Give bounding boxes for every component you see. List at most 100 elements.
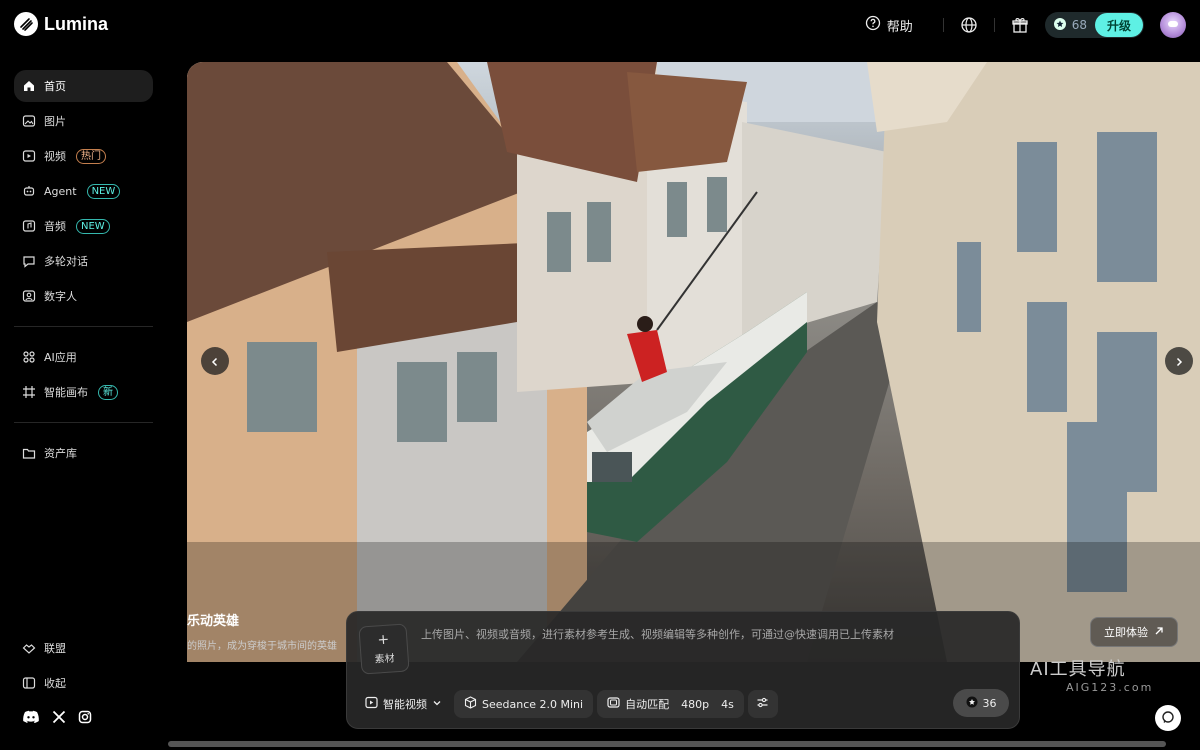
sidebar-item-chat[interactable]: 多轮对话: [14, 245, 153, 277]
watermark-url: AIG123.com: [1066, 681, 1154, 694]
support-chat-button[interactable]: [1155, 705, 1181, 731]
sidebar-divider: [14, 326, 153, 327]
sidebar-item-home[interactable]: 首页: [14, 70, 153, 102]
generation-cost: 36: [982, 696, 997, 710]
app-name: Lumina: [44, 13, 109, 34]
upload-label: 素材: [374, 653, 396, 666]
divider: [942, 18, 944, 32]
carousel-next-button[interactable]: [1165, 347, 1193, 375]
sidebar-item-video[interactable]: 视频 热门: [14, 140, 153, 172]
sidebar-item-label: 联盟: [44, 642, 66, 655]
sidebar-item-label: Agent: [44, 184, 77, 198]
watermark-title: AI工具导航: [1030, 659, 1126, 680]
duration-setting[interactable]: 4s: [721, 698, 734, 711]
sidebar-item-label: 数字人: [44, 290, 77, 303]
video-icon: [22, 149, 36, 163]
help-label: 帮助: [886, 19, 913, 35]
model-selector[interactable]: Seedance 2.0 Mini: [454, 690, 594, 718]
try-now-button[interactable]: 立即体验: [1090, 617, 1178, 647]
generate-button[interactable]: 36: [953, 689, 1009, 717]
sidebar-item-image[interactable]: 图片: [14, 105, 153, 137]
sidebar-item-canvas[interactable]: 智能画布 新: [14, 376, 153, 408]
generation-controls: 智能视频 Seedance 2.0 Mini 自动匹配 480p 4s: [357, 689, 778, 719]
credit-balance: 68: [1071, 18, 1087, 32]
top-actions: 帮助 68 升级: [865, 10, 1186, 40]
divider: [993, 18, 995, 32]
audio-icon: [22, 219, 36, 233]
sidebar-item-ai-apps[interactable]: AI应用: [14, 341, 153, 373]
new-badge: NEW: [76, 218, 110, 234]
hero-street-scene: [187, 62, 1200, 662]
hero-title: 乐动英雄: [187, 614, 240, 629]
ratio-label: 自动匹配: [625, 698, 670, 711]
prompt-composer: + 素材 上传图片、视频或音频，进行素材参考生成、视频编辑等多种创作，可通过@快…: [346, 611, 1020, 729]
sliders-icon: [756, 696, 769, 712]
try-now-label: 立即体验: [1104, 626, 1148, 639]
sidebar-item-assets[interactable]: 资产库: [14, 437, 153, 469]
social-links: [22, 709, 92, 728]
chevron-right-icon: [1174, 352, 1184, 371]
sidebar-item-label: 视频: [44, 150, 66, 163]
logo[interactable]: Lumina: [14, 12, 108, 36]
model-cube-icon: [464, 696, 477, 712]
canvas-icon: [22, 385, 36, 399]
lumina-logo-icon: [14, 12, 38, 36]
new-badge: NEW: [86, 183, 121, 199]
gift-icon[interactable]: [1009, 14, 1031, 36]
discord-icon[interactable]: [22, 709, 40, 728]
plus-icon: +: [376, 631, 390, 649]
sidebar-item-agent[interactable]: Agent NEW: [14, 175, 153, 207]
arrow-up-right-icon: [1154, 626, 1164, 639]
sidebar-item-label: AI应用: [44, 351, 77, 364]
hero-banner[interactable]: [187, 62, 1200, 662]
alliance-icon: [22, 641, 36, 655]
model-label: Seedance 2.0 Mini: [482, 697, 584, 711]
advanced-settings-button[interactable]: [747, 690, 778, 718]
sidebar: 首页 图片 视频 热门 Agent NEW 音频 NEW 多轮对话 数字人 AI…: [0, 50, 166, 750]
chat-icon: [22, 254, 36, 268]
help-icon: [865, 15, 881, 35]
hero-subtitle: 的照片，成为穿梭于城市间的英雄: [187, 641, 337, 652]
sidebar-item-label: 资产库: [44, 447, 77, 460]
upload-material-button[interactable]: + 素材: [358, 623, 410, 675]
top-bar: Lumina 帮助 68 升级: [0, 0, 1200, 50]
sidebar-item-label: 智能画布: [44, 386, 88, 399]
horizontal-scrollbar[interactable]: [168, 741, 1166, 747]
sidebar-item-digital-human[interactable]: 数字人: [14, 280, 153, 312]
chevron-left-icon: [210, 352, 220, 371]
credit-coin-icon: [966, 696, 978, 711]
credits-pill[interactable]: 68 升级: [1044, 12, 1144, 38]
credit-coin-icon: [1053, 16, 1067, 35]
aspect-ratio-icon: [607, 696, 620, 712]
sidebar-item-alliance[interactable]: 联盟: [14, 632, 153, 664]
output-settings[interactable]: 自动匹配 480p 4s: [597, 690, 744, 718]
sidebar-item-label: 首页: [44, 80, 66, 93]
sidebar-item-audio[interactable]: 音频 NEW: [14, 210, 153, 242]
instagram-icon[interactable]: [78, 709, 92, 728]
avatar-icon: [22, 289, 36, 303]
resolution-setting[interactable]: 480p: [681, 698, 709, 711]
language-icon[interactable]: [958, 14, 980, 36]
sidebar-item-collapse[interactable]: 收起: [14, 667, 153, 699]
help-button[interactable]: 帮助: [865, 15, 913, 35]
mode-label: 智能视频: [383, 698, 427, 711]
folder-icon: [22, 446, 36, 460]
hot-badge: 热门: [76, 148, 106, 164]
new-badge: 新: [98, 384, 118, 400]
apps-icon: [22, 350, 36, 364]
hero-caption: 乐动英雄 的照片，成为穿梭于城市间的英雄: [187, 610, 337, 652]
carousel-prev-button[interactable]: [201, 347, 229, 375]
collapse-icon: [22, 676, 36, 690]
chat-bubble-icon: [1161, 709, 1175, 728]
prompt-input[interactable]: 上传图片、视频或音频，进行素材参考生成、视频编辑等多种创作，可通过@快速调用已上…: [421, 626, 894, 642]
aspect-ratio-setting[interactable]: 自动匹配: [607, 696, 669, 712]
user-avatar[interactable]: [1160, 12, 1186, 38]
home-icon: [22, 79, 36, 93]
watermark: AI工具导航 AIG123.com: [1030, 655, 1153, 694]
upgrade-button[interactable]: 升级: [1094, 13, 1143, 37]
sidebar-item-label: 音频: [44, 220, 66, 233]
sidebar-item-label: 收起: [44, 677, 66, 690]
mode-dropdown[interactable]: 智能视频: [357, 690, 450, 718]
smart-video-icon: [365, 696, 378, 712]
x-icon[interactable]: [52, 709, 66, 728]
